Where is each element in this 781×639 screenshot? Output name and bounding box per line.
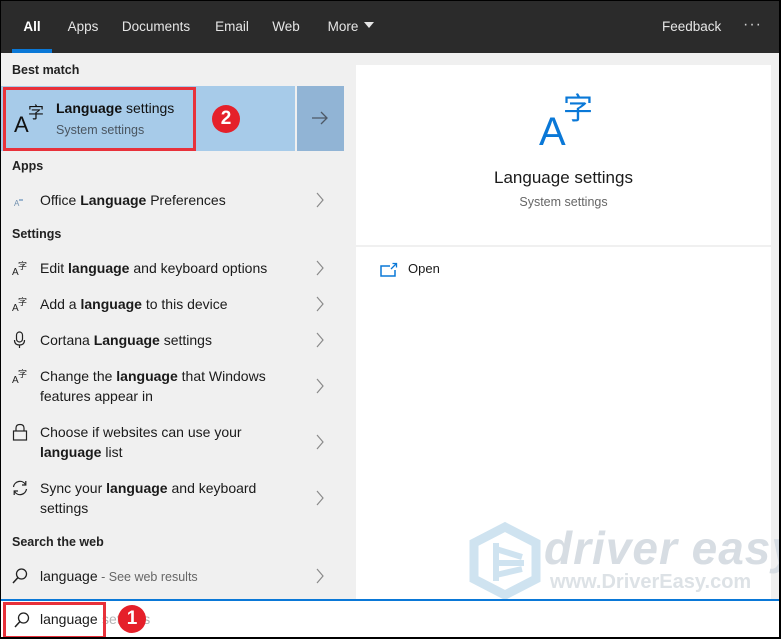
settings-result[interactable]: A 字 Add a language to this device xyxy=(1,293,344,315)
language-icon: A 字 xyxy=(12,368,27,385)
result-label: Sync your language and keyboard settings xyxy=(40,480,257,516)
search-scope-tabs: All Apps Documents Email Web More Feedba… xyxy=(1,1,779,53)
tab-documents[interactable]: Documents xyxy=(119,1,193,53)
tab-apps-label: Apps xyxy=(67,19,99,34)
best-match-result[interactable]: A 字 Language settings System settings 2 xyxy=(1,86,344,151)
chevron-right-icon xyxy=(316,260,324,276)
result-label: Choose if websites can use your language… xyxy=(40,424,242,460)
search-window: All Apps Documents Email Web More Feedba… xyxy=(1,1,779,637)
search-web-header: Search the web xyxy=(12,535,104,549)
best-match-header: Best match xyxy=(12,63,80,77)
chevron-right-icon xyxy=(316,332,324,348)
result-label: Cortana Language settings xyxy=(40,332,212,348)
divider xyxy=(356,245,771,247)
chevron-right-icon xyxy=(316,378,324,394)
settings-result[interactable]: Sync your language and keyboard settings xyxy=(1,477,344,519)
settings-header: Settings xyxy=(12,227,62,241)
open-label: Open xyxy=(408,261,440,276)
chevron-right-icon xyxy=(316,568,324,584)
svg-text:字: 字 xyxy=(18,296,27,308)
caret-down-icon xyxy=(364,22,375,29)
tab-documents-label: Documents xyxy=(121,19,191,34)
result-label: Add a language to this device xyxy=(40,296,228,312)
svg-text:字: 字 xyxy=(18,260,27,272)
result-label: Office Language Preferences xyxy=(40,192,226,208)
arrow-right-icon xyxy=(312,111,328,125)
settings-result[interactable]: Choose if websites can use your language… xyxy=(1,421,344,463)
tab-more-label: More xyxy=(327,19,359,34)
app-result-office-language-preferences[interactable]: A Office Language Preferences xyxy=(1,189,344,211)
chevron-right-icon xyxy=(316,192,324,208)
tab-all[interactable]: All xyxy=(12,1,52,53)
apps-header: Apps xyxy=(12,159,44,173)
tab-email-label: Email xyxy=(215,19,249,34)
result-label: language - See web results xyxy=(40,568,198,584)
lock-icon xyxy=(12,423,28,441)
svg-text:字: 字 xyxy=(18,368,27,380)
best-match-expand-button[interactable] xyxy=(297,86,344,151)
settings-result[interactable]: A 字 Edit language and keyboard options xyxy=(1,257,344,279)
watermark-url: www.DriverEasy.com xyxy=(550,571,752,593)
chevron-right-icon xyxy=(316,490,324,506)
search-bar[interactable]: language settings 1 xyxy=(1,599,779,637)
annotation-badge-1: 1 xyxy=(118,605,146,633)
preview-title: Language settings xyxy=(494,168,633,187)
annotation-highlight-box xyxy=(3,602,106,637)
result-label: Change the language that Windows feature… xyxy=(40,368,266,404)
web-result[interactable]: language - See web results xyxy=(1,565,344,587)
feedback-button[interactable]: Feedback xyxy=(662,1,721,53)
results-list: Best match A 字 Language settings System … xyxy=(1,53,346,599)
search-icon xyxy=(12,568,28,584)
language-settings-icon: A 字 xyxy=(539,92,593,147)
preview-subtitle: System settings xyxy=(519,195,608,209)
office-language-icon: A xyxy=(14,199,23,208)
svg-text:字: 字 xyxy=(563,92,593,127)
tab-apps[interactable]: Apps xyxy=(63,1,103,53)
settings-result[interactable]: Cortana Language settings xyxy=(1,329,344,351)
chevron-right-icon xyxy=(316,296,324,312)
tab-email[interactable]: Email xyxy=(210,1,254,53)
watermark-brand: driver easy xyxy=(544,522,779,574)
driver-easy-logo-icon xyxy=(469,521,541,601)
tab-all-label: All xyxy=(23,19,41,34)
open-icon xyxy=(380,262,398,277)
annotation-highlight-box xyxy=(3,87,196,151)
microphone-icon xyxy=(13,331,26,348)
tab-web-label: Web xyxy=(272,19,300,34)
language-icon: A 字 xyxy=(12,296,27,313)
language-icon: A 字 xyxy=(12,260,27,277)
settings-result[interactable]: A 字 Change the language that Windows fea… xyxy=(1,365,344,407)
result-label: Edit language and keyboard options xyxy=(40,260,268,276)
driver-easy-watermark: driver easy www.DriverEasy.com xyxy=(466,521,779,601)
annotation-badge-2: 2 xyxy=(212,105,240,133)
svg-text:A: A xyxy=(539,110,566,147)
tab-more[interactable]: More xyxy=(323,1,379,53)
chevron-right-icon xyxy=(316,434,324,450)
sync-icon xyxy=(12,480,28,496)
ellipsis-icon[interactable]: ··· xyxy=(743,1,762,53)
tab-web[interactable]: Web xyxy=(269,1,303,53)
preview-pane: A 字 Language settings System settings Op… xyxy=(356,65,771,599)
